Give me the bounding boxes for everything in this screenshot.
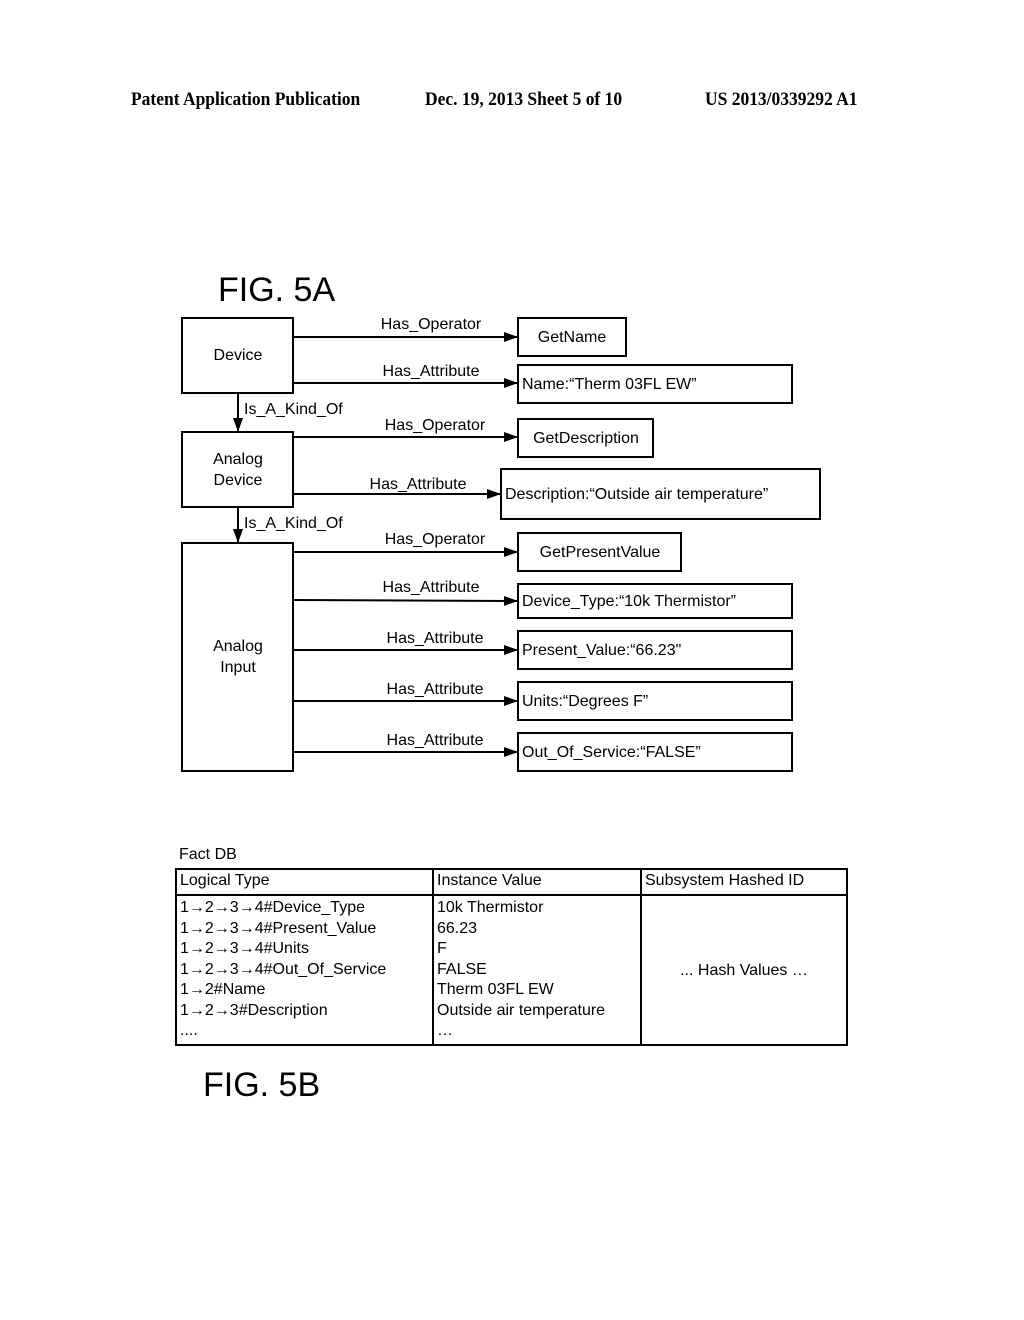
- attribute-label: Name:“Therm 03FL EW”: [522, 376, 697, 393]
- relation-label: Has_Operator: [385, 417, 486, 434]
- instance-value-cells: 10k Thermistor 66.23 F FALSE Therm 03FL …: [437, 898, 638, 1042]
- class-label: Analog: [213, 451, 263, 468]
- relation-label: Has_Operator: [381, 316, 482, 333]
- relation-edge: Has_Attribute Description:“Outside air t…: [293, 468, 821, 520]
- relation-label: Has_Attribute: [387, 681, 484, 698]
- inheritance-arrow: Is_A_Kind_Of: [233, 393, 343, 432]
- class-label: Input: [220, 659, 256, 676]
- relation-label: Has_Attribute: [387, 630, 484, 647]
- relation-label: Has_Attribute: [370, 476, 467, 493]
- relation-label: Has_Attribute: [383, 363, 480, 380]
- inheritance-label: Is_A_Kind_Of: [244, 515, 343, 532]
- relation-edge: Has_Operator GetName: [293, 316, 627, 357]
- table-cell: 1→2→3#Description: [180, 1001, 328, 1019]
- attribute-label: Out_Of_Service:“FALSE”: [522, 744, 701, 761]
- class-box-device: Device: [181, 317, 294, 394]
- table-cell: 1→2→3→4#Units: [180, 940, 309, 957]
- column-hashed-id: Subsystem Hashed ID ... Hash Values …: [642, 870, 846, 1044]
- relation-edge: Has_Attribute Out_Of_Service:“FALSE”: [293, 732, 793, 772]
- table-cell: Therm 03FL EW: [437, 981, 554, 998]
- logical-type-cells: 1→2→3→4#Device_Type 1→2→3→4#Present_Valu…: [180, 898, 430, 1042]
- table-cell: FALSE: [437, 960, 487, 978]
- attribute-label: Description:“Outside air temperature”: [505, 486, 768, 503]
- attribute-label: Present_Value:“66.23": [522, 642, 681, 659]
- class-label: Device: [214, 347, 263, 364]
- table-cell: …: [437, 1022, 453, 1039]
- relation-label: Has_Operator: [385, 531, 486, 548]
- relation-edge: Has_Operator GetDescription: [293, 417, 654, 458]
- fact-db-title: Fact DB: [179, 846, 237, 863]
- class-label: Analog: [213, 638, 263, 655]
- operator-label: GetName: [538, 329, 607, 346]
- column-instance-value: Instance Value 10k Thermistor 66.23 F FA…: [434, 870, 642, 1044]
- table-cell: Outside air temperature: [437, 1001, 606, 1019]
- attribute-label: Units:“Degrees F”: [522, 693, 648, 710]
- relation-edge: Has_Attribute Present_Value:“66.23": [293, 630, 793, 670]
- column-header: Logical Type: [177, 870, 432, 896]
- relation-edge: Has_Attribute Units:“Degrees F”: [293, 681, 793, 721]
- table-cell: 1→2#Name: [180, 981, 266, 998]
- fig-5b-title: FIG. 5B: [203, 1066, 321, 1104]
- relation-edge: Has_Operator GetPresentValue: [293, 531, 682, 572]
- table-cell: 66.23: [437, 919, 478, 937]
- table-cell: ....: [180, 1022, 198, 1039]
- fact-db-table: Logical Type 1→2→3→4#Device_Type 1→2→3→4…: [175, 868, 848, 1046]
- column-logical-type: Logical Type 1→2→3→4#Device_Type 1→2→3→4…: [177, 870, 434, 1044]
- table-cell: 1→2→3→4#Out_Of_Service: [180, 960, 387, 978]
- relation-edge: Has_Attribute Name:“Therm 03FL EW”: [293, 363, 793, 404]
- relation-label: Has_Attribute: [387, 732, 484, 749]
- relation-label: Has_Attribute: [383, 579, 480, 596]
- table-cell: 1→2→3→4#Present_Value: [180, 919, 377, 937]
- hash-values-cell: ... Hash Values …: [680, 962, 808, 979]
- column-header: Instance Value: [434, 870, 640, 896]
- class-label: Device: [214, 472, 263, 489]
- class-box-analog-input: Analog Input: [181, 542, 294, 772]
- fig-5a-diagram: Device Analog Device Analog Input Is_A_K…: [181, 316, 821, 772]
- operator-label: GetDescription: [533, 430, 639, 447]
- inheritance-label: Is_A_Kind_Of: [244, 401, 343, 418]
- table-cell: F: [437, 940, 447, 957]
- table-cell: 1→2→3→4#Device_Type: [180, 899, 365, 916]
- table-cell: 10k Thermistor: [437, 899, 544, 916]
- class-box-analog-device: Analog Device: [181, 431, 294, 508]
- inheritance-arrow: Is_A_Kind_Of: [233, 507, 343, 543]
- attribute-label: Device_Type:“10k Thermistor”: [522, 593, 736, 610]
- relation-edge: Has_Attribute Device_Type:“10k Thermisto…: [292, 579, 793, 619]
- operator-label: GetPresentValue: [540, 544, 661, 561]
- column-header: Subsystem Hashed ID: [642, 870, 846, 896]
